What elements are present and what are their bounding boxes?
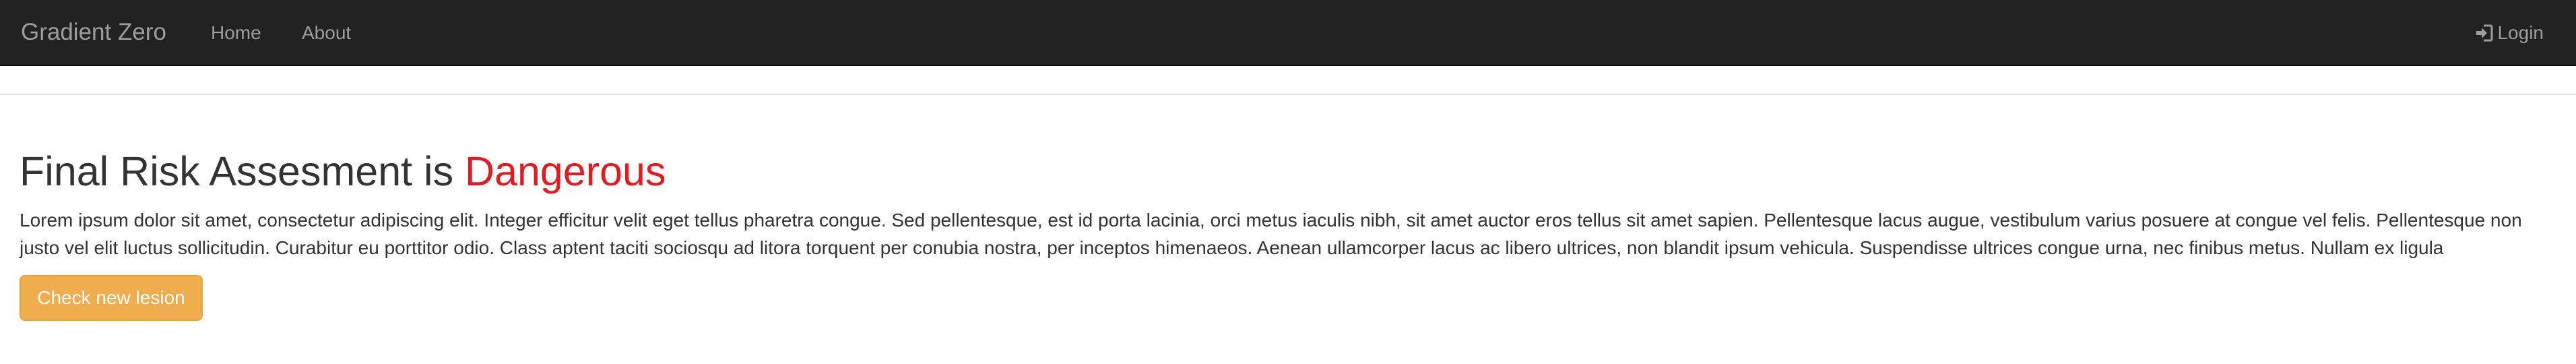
brand-logo-link[interactable]: Gradient Zero — [21, 18, 166, 47]
nav-link-about[interactable]: About — [302, 21, 351, 45]
nav-link-home[interactable]: Home — [211, 21, 261, 45]
heading-prefix: Final Risk Assesment is — [20, 148, 454, 194]
check-new-lesion-button[interactable]: Check new lesion — [20, 275, 203, 321]
login-label: Login — [2497, 22, 2544, 43]
risk-status-text: Dangerous — [465, 148, 666, 194]
header-divider — [0, 94, 2576, 95]
risk-assessment-heading: Final Risk Assesment is Dangerous — [20, 146, 666, 197]
login-icon — [2474, 23, 2494, 43]
top-navbar: Gradient Zero Home About Login — [0, 0, 2576, 66]
login-link[interactable]: Login — [2474, 21, 2544, 45]
assessment-description: Lorem ipsum dolor sit amet, consectetur … — [20, 210, 2522, 258]
